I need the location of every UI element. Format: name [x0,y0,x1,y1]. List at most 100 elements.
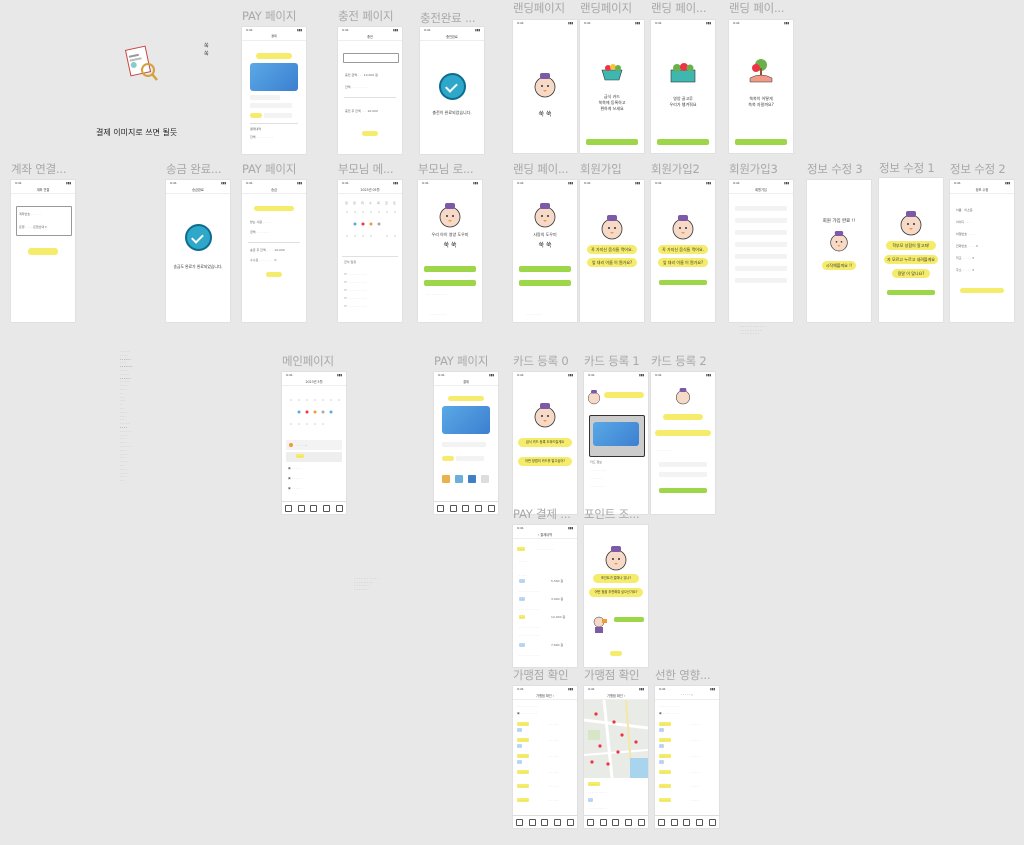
vegetable-box-icon [668,60,698,88]
screen-landing2[interactable]: 9:41 ▮▮▮ 급식 카드 쑥쑥에 등록하고 편하게 쓰세요 [580,20,644,153]
frame-label-info2: 정보 수정 2 [950,162,1006,176]
kid-icon [590,615,608,637]
chick-icon [438,200,462,234]
frame-label-card0: 카드 등록 0 [513,354,569,368]
screen-landing5[interactable]: 9:41 ▮▮▮ 사랑의 도우미 쑥 쑥 · · · · · · · · [513,180,577,322]
screen-landing1[interactable]: 9:41 ▮▮▮ 쑥 쑥 [513,20,577,153]
landing5-title: 쑥 쑥 [538,242,552,249]
screen-card1[interactable]: 9:41 ▮▮▮ 카드 정보 · · · · · · · · · · · · · … [584,372,648,514]
landing3-text: 영양 골고루 우리가 챙겨줘요 [669,96,697,107]
screen-parent-main[interactable]: 9:41 ▮▮▮ 2023년 05월 일월화수목금토 급식 일정 ▭ · · · … [338,180,402,322]
receipt-illustration [124,44,160,84]
signup-bubble-2: 앞 대리 이름 이 뭔가요? [587,258,637,267]
screen-parent-login[interactable]: 9:41 ▮▮▮ 우리 아이 영양 도우미 쑥 쑥 · · · · · · · ·… [418,180,482,322]
svg-text:토: 토 [393,201,396,205]
screen-good[interactable]: 9:41 ▮▮▮ · · · · · › · · · · · · · · · · … [655,686,719,828]
charge-done-message: 충전이 완료되었습니다. [432,110,472,115]
svg-text:화: 화 [361,200,364,205]
card0-bubble-2: 어떤 방법의 카드를 알고싶어? [518,457,572,466]
landing4-text: 쑥쑥이 어떻게 쑥쑥 자랄까요? [748,96,774,107]
landing1-title: 쑥 쑥 [538,111,552,118]
frame-label-pay-pay: PAY 결제 ... [513,507,571,521]
screen-landing4[interactable]: 9:41 ▮▮▮ 쑥쑥이 어떻게 쑥쑥 자랄까요? [729,20,793,153]
chick-icon [600,212,624,246]
outline-list: · · · · · · · · · · · · · · · · · · · · · · … [120,350,133,483]
mid-note: · · · · · · · · · · · · · · · · · · · · ·… [354,577,378,591]
screen-charge[interactable]: 9:41 ▮▮▮ 충전 충전 금액 · · · 10,000 원 잔액 · · ·… [338,27,402,154]
parent-login-title: 쑥 쑥 [443,242,457,249]
screen-send-done[interactable]: 9:41 ▮▮▮ 송금완료 송금도 완료가 완료되었습니다. [166,180,230,322]
screen-signup3[interactable]: 9:41 ▮▮▮ 회원가입 [729,180,793,322]
svg-text:일: 일 [345,200,348,205]
frame-label-info1: 정보 수정 1 [879,161,935,175]
screen-card0[interactable]: 9:41 ▮▮▮ 급식 카드 등록 도와드릴게요 어떤 방법의 카드를 알고싶어? [513,372,577,514]
food-bowl-icon [599,60,625,88]
chick-icon [533,70,557,104]
screen-main[interactable]: 9:41 ▮▮▮ 2023년 5월 · · · · · › · · · · ▣ ·… [282,372,346,514]
frame-label-parent-login: 부모님 로... [418,162,474,176]
signup-start-bubble[interactable]: 시작해볼까요 !! [822,261,856,270]
frame-label-send-done: 송금 완료... [166,162,222,176]
frame-label-charge: 충전 페이지 [338,9,394,23]
screen-point[interactable]: 포인트가 얼마나 있나? 어떤 점을 추천해줘 싶으신가요? [584,525,648,667]
calendar[interactable]: 일월화수 목 금 토 [343,198,397,250]
store-map[interactable] [584,699,648,779]
screen-pay1[interactable]: 9:41 ▮▮▮ 결제 결제내역 잔액 · · · · · · · · · [242,27,306,154]
ssuk-small-note: 쑥 쑥 [204,43,209,57]
signup3-note: · · · · · · · · · · · · · · · · · · · · ·… [740,325,766,336]
frame-label-pay2: PAY 페이지 [242,162,297,176]
frame-label-main: 메인페이지 [282,354,334,368]
screen-pay3[interactable]: 9:41 ▮▮▮ 결제 [434,372,498,514]
svg-text:목: 목 [377,201,380,205]
screen-card2[interactable]: 9:41 ▮▮▮ · · · · · · · · [651,372,715,514]
chick-icon [671,212,695,246]
frame-label-landing3: 랜딩 페이... [651,1,707,15]
screen-info2[interactable]: 9:41 ▮▮▮ 정보 수정 이름 · 이소윤 아이디 · · · · 비밀번호 … [950,180,1014,322]
feature-icons[interactable] [440,472,492,486]
info1-bubble-2: 자 모르고 누르고 내려볼게요 [884,255,938,264]
landing5-subtitle: 사랑의 도우미 [533,232,557,237]
card0-bubble-1: 급식 카드 등록 도와드릴게요 [518,438,572,447]
screen-pay2[interactable]: 9:41 ▮▮▮ 송금 받는 사람 · · · · · 금액 · · · · · … [242,180,306,322]
screen-signup2[interactable]: 9:41 ▮▮▮ 꼭 가지신 음식들 먹어요. 앞 대리 이름 이 뭔가요? [651,180,715,322]
screen-store1[interactable]: 9:41 ▮▮▮ 가맹점 확인 › · · · · · · · · · · · ▣… [513,686,577,828]
check-icon [439,73,466,100]
info1-bubble-3: 정말 이 맞나요? [892,269,930,278]
frame-label-pay3: PAY 페이지 [434,354,489,368]
svg-text:월: 월 [353,200,356,205]
screen-account[interactable]: 9:41 ▮▮▮ 계좌 연결 계좌번호 · · · · · · 은행 · · · … [11,180,75,322]
chick-icon [829,228,849,258]
store2-note: · · · · · · · · [600,674,613,677]
frame-label-parent-main: 부모님 메... [338,162,394,176]
info1-bubble-1: 학부모 성함이 알고파! [886,241,936,250]
frame-label-landing2: 랜딩페이지 [580,1,632,15]
parent-login-subtitle: 우리 아이 영양 도우미 [431,232,469,237]
screen-info3[interactable]: 회원 가입 완료 !! 시작해볼까요 !! [807,180,871,322]
signup2-bubble-1: 꼭 가지신 음식들 먹어요. [658,245,708,254]
screen-signup[interactable]: 9:41 ▮▮▮ 꼭 가지신 음식들 먹어요. 앞 대리 이름 이 뭔가요? [580,180,644,322]
frame-label-point: 포인트 조... [584,507,640,521]
frame-label-card2: 카드 등록 2 [651,354,707,368]
frame-label-landing1: 랜딩페이지 [513,1,565,15]
frame-label-signup2: 회원가입2 [651,162,700,176]
frame-label-account: 계좌 연결... [11,162,67,176]
point-bubble-2: 어떤 점을 추천해줘 싶으신가요? [589,588,643,597]
screen-landing3[interactable]: 9:41 ▮▮▮ 영양 골고루 우리가 챙겨줘요 [651,20,715,153]
screen-pay-pay[interactable]: 9:41 ▮▮▮ ‹ 결제내역 · · · · · · · · · · · · ·… [513,525,577,667]
screen-info1[interactable]: 학부모 성함이 알고파! 자 모르고 누르고 내려볼게요 정말 이 맞나요? [879,178,943,322]
frame-label-signup3: 회원가입3 [729,162,778,176]
svg-text:수: 수 [369,200,372,205]
screen-charge-done[interactable]: 9:41 ▮▮▮ 충전완료 충전이 완료되었습니다. [420,27,484,154]
chick-icon [533,200,557,234]
landing2-text: 급식 카드 쑥쑥에 등록하고 편하게 쓰세요 [598,94,626,111]
frame-label-signup: 회원가입 [580,162,622,176]
svg-text:금: 금 [385,201,388,205]
signup-bubble-1: 꼭 가지신 음식들 먹어요. [587,245,637,254]
chick-icon [675,386,691,410]
frame-label-landing4: 랜딩 페이... [729,1,785,15]
frame-label-good: 선한 영향... [655,668,711,682]
frame-label-info3: 정보 수정 3 [807,162,863,176]
signup-done-text: 회원 가입 완료 !! [822,219,856,224]
screen-store2[interactable]: 9:41 ▮▮▮ 가맹점 확인 › · · · · · · · · · · · ·… [584,686,648,828]
frame-label-store1: 가맹점 확인 [513,668,569,682]
